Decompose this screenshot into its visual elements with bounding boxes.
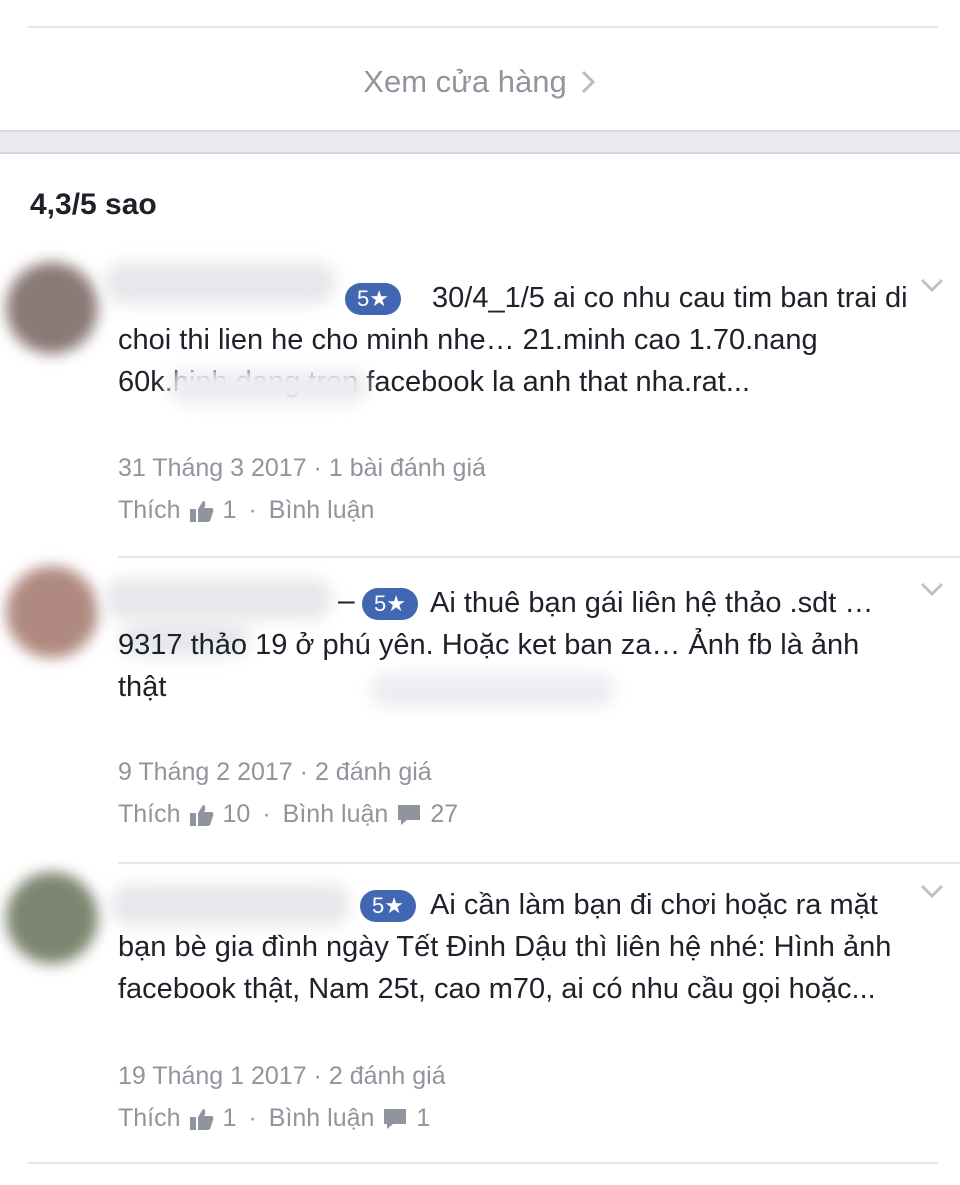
section-separator [0, 130, 960, 154]
review-divider [118, 862, 960, 864]
review-date: 19 Tháng 1 2017 [118, 1062, 307, 1090]
like-button[interactable]: Thích [118, 496, 181, 525]
comment-count: 27 [430, 800, 459, 828]
redacted-text [168, 369, 368, 405]
like-count: 10 [222, 800, 251, 828]
review-meta: 19 Tháng 1 2017 · 2 đánh giá [118, 1062, 446, 1090]
review-text: Ai cần làm bạn đi chơi hoặc ra mặt bạn b… [118, 889, 892, 1005]
view-store-link[interactable]: Xem cửa hàng [0, 52, 960, 112]
avatar[interactable] [6, 872, 98, 964]
review-date: 9 Tháng 2 2017 [118, 758, 293, 786]
chevron-down-icon[interactable] [918, 276, 946, 294]
comment-count: 1 [416, 1104, 431, 1132]
comment-icon [384, 1108, 407, 1129]
avatar[interactable] [6, 262, 98, 354]
review-actions: Thích 1 · Bình luận [118, 496, 375, 525]
like-button[interactable]: Thích [118, 800, 181, 829]
review-count: 1 bài đánh giá [328, 454, 486, 482]
avatar[interactable] [6, 566, 98, 658]
comment-button[interactable]: Bình luận [269, 496, 375, 525]
rating-summary: 4,3/5 sao [30, 188, 157, 221]
chevron-right-icon [581, 70, 595, 94]
comment-button[interactable]: Bình luận [269, 1104, 375, 1133]
like-count: 1 [222, 1104, 237, 1132]
review-meta: 31 Tháng 3 2017 · 1 bài đánh giá [118, 454, 486, 482]
redacted-text [370, 672, 615, 708]
review-actions: Thích 10 · Bình luận 27 [118, 800, 459, 829]
view-store-label: Xem cửa hàng [363, 64, 567, 99]
thumbs-up-icon [189, 804, 213, 826]
like-count: 1 [222, 496, 237, 524]
review-count: 2 đánh giá [314, 758, 432, 786]
chevron-down-icon[interactable] [918, 580, 946, 598]
review-actions: Thích 1 · Bình luận 1 [118, 1104, 431, 1133]
top-divider [28, 26, 938, 28]
thumbs-up-icon [189, 1108, 213, 1130]
like-button[interactable]: Thích [118, 1104, 181, 1133]
review-count: 2 đánh giá [328, 1062, 446, 1090]
comment-icon [398, 804, 421, 825]
review-date: 31 Tháng 3 2017 [118, 454, 307, 482]
comment-button[interactable]: Bình luận [283, 800, 389, 829]
review-meta: 9 Tháng 2 2017 · 2 đánh giá [118, 758, 432, 786]
bottom-divider [28, 1162, 938, 1164]
review-divider [118, 556, 960, 558]
thumbs-up-icon [189, 500, 213, 522]
chevron-down-icon[interactable] [918, 882, 946, 900]
